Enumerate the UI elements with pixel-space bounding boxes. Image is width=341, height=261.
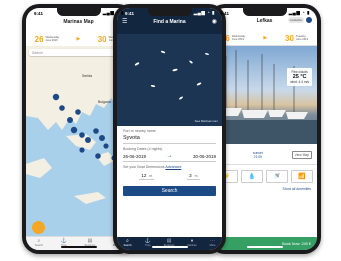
find-marina-screen: 9:41 ▂▄▆ ◔ ▮ ☰ Find a Marina ◉ Sea Marin… bbox=[117, 8, 222, 250]
map-label-serbia: Serbia bbox=[82, 74, 93, 78]
watermark: Sea Marinas.com bbox=[194, 119, 218, 123]
page-title: Lefkas bbox=[256, 18, 273, 24]
phone-find-marina: 9:41 ▂▄▆ ◔ ▮ ☰ Find a Marina ◉ Sea Marin… bbox=[113, 4, 226, 254]
checkout-month: June 2019 bbox=[295, 38, 309, 41]
sea-aerial-image: Sea Marinas.com bbox=[117, 34, 222, 126]
marina-photo-graphic bbox=[212, 50, 317, 144]
checkin-month: June 2019 bbox=[45, 39, 58, 42]
notch bbox=[242, 8, 287, 16]
tab-search[interactable]: ⌕ Search bbox=[123, 238, 131, 247]
boats-graphic bbox=[134, 50, 209, 100]
notch bbox=[56, 8, 101, 16]
tab-bar: ⌕Search ⚓Trips ▤Bookings ●Marinas ⋯More bbox=[117, 237, 222, 250]
home-indicator bbox=[151, 246, 188, 248]
wifi-icon: 📶 bbox=[291, 170, 313, 183]
amenities-row: ⚡ 💧 🚿 📶 bbox=[216, 170, 313, 183]
arrow-right-icon: → bbox=[166, 153, 173, 159]
status-time: 9:41 bbox=[125, 10, 135, 16]
shower-icon: 🚿 bbox=[266, 170, 288, 183]
length-value: 12 bbox=[141, 173, 147, 178]
port-input[interactable]: Syvota bbox=[123, 133, 216, 144]
header: ‹ Lefkas Available bbox=[212, 17, 317, 30]
weather-card: Few clouds 25 °C wind: 4.4 m/s bbox=[287, 68, 312, 86]
length-unit: m bbox=[149, 173, 153, 178]
boat-dimensions: 12 m 3 m bbox=[123, 172, 216, 180]
status-time: 9:41 bbox=[220, 10, 230, 16]
marina-photo[interactable]: Few clouds 25 °C wind: 4.4 m/s bbox=[212, 46, 317, 144]
locate-button[interactable] bbox=[32, 221, 45, 234]
checkout-day: 30 bbox=[97, 34, 107, 44]
home-indicator bbox=[60, 246, 97, 248]
length-input[interactable]: 12 m bbox=[139, 172, 155, 180]
date-range-bar[interactable]: 26 Wednesday June 2019 ▶ 30 Tuesday June… bbox=[212, 31, 317, 46]
date-range-inner: 26 Wednesday June 2019 ▶ 30 Tuesday June… bbox=[212, 31, 317, 45]
notch bbox=[147, 8, 192, 16]
date-to[interactable]: 30-06-2019 bbox=[193, 154, 216, 159]
beam-unit: m bbox=[194, 173, 198, 178]
page-title: Marinas Map bbox=[63, 19, 94, 25]
show-all-amenities-link[interactable]: Show all Amenities bbox=[283, 187, 311, 191]
sunset-value: 21:09 bbox=[253, 154, 262, 159]
arrow-right-icon: ▶ bbox=[76, 36, 81, 42]
availability-label: Available bbox=[287, 17, 304, 23]
checkin-day: 26 bbox=[34, 34, 44, 44]
status-icons: ▂▄▆ ◔ ▮ bbox=[102, 10, 124, 15]
booking-dates[interactable]: 26-06-2019 → 30-06-2019 bbox=[123, 151, 216, 162]
beam-value: 3 bbox=[189, 173, 192, 178]
checkout-day: 30 bbox=[285, 33, 294, 43]
advanced-link[interactable]: Advanced bbox=[165, 165, 181, 169]
map-label-bulgaria: Bulgaria bbox=[98, 100, 111, 104]
sunset-info: sunset 21:09 bbox=[253, 151, 263, 159]
tab-marinas[interactable]: ●Marinas bbox=[187, 238, 196, 247]
book-now-button[interactable]: Book Now: 240 € bbox=[212, 237, 317, 250]
profile-icon[interactable]: ◉ bbox=[212, 18, 217, 25]
tab-search[interactable]: ⌕ Search bbox=[35, 238, 43, 247]
arrow-right-icon: ▶ bbox=[263, 35, 268, 41]
weather-wind: wind: 4.4 m/s bbox=[290, 80, 309, 84]
checkin-date[interactable]: 26 Wednesday June 2019 bbox=[35, 35, 60, 44]
date-from[interactable]: 26-06-2019 bbox=[123, 154, 146, 159]
boat-dimensions-row: Set your Boat Dimensions Advanced bbox=[123, 165, 216, 169]
sunset-label: sunset bbox=[252, 150, 263, 155]
tab-trips[interactable]: ⚓Trips bbox=[145, 238, 151, 247]
water-icon: 💧 bbox=[241, 170, 263, 183]
availability-toggle[interactable]: Available bbox=[287, 17, 312, 23]
page-title: Find a Marina bbox=[153, 19, 186, 25]
checkout-date[interactable]: 30 Tuesday June 2019 bbox=[285, 34, 308, 43]
status-icons: ▂▄▆ ◔ ▮ bbox=[193, 10, 215, 15]
boat-label: Set your Boat Dimensions bbox=[123, 165, 165, 169]
home-indicator bbox=[246, 246, 283, 248]
tab-more[interactable]: ⋯ More bbox=[210, 238, 216, 247]
toggle-knob bbox=[306, 17, 312, 23]
info-row: ☁ sunset 21:09 View Map bbox=[212, 145, 317, 165]
search-form: Port or nearby name Syvota Booking Dates… bbox=[117, 126, 222, 238]
beam-input[interactable]: 3 m bbox=[187, 172, 200, 180]
view-map-button[interactable]: View Map bbox=[291, 150, 312, 159]
checkin-month: June 2019 bbox=[231, 38, 244, 41]
search-button[interactable]: Search bbox=[123, 186, 216, 196]
marina-details-screen: 9:41 ▂▄▆ ◔ ▮ ‹ Lefkas Available 26 Wedne… bbox=[212, 8, 317, 250]
status-icons: ▂▄▆ ◔ ▮ bbox=[288, 10, 310, 15]
status-time: 9:41 bbox=[34, 10, 44, 16]
